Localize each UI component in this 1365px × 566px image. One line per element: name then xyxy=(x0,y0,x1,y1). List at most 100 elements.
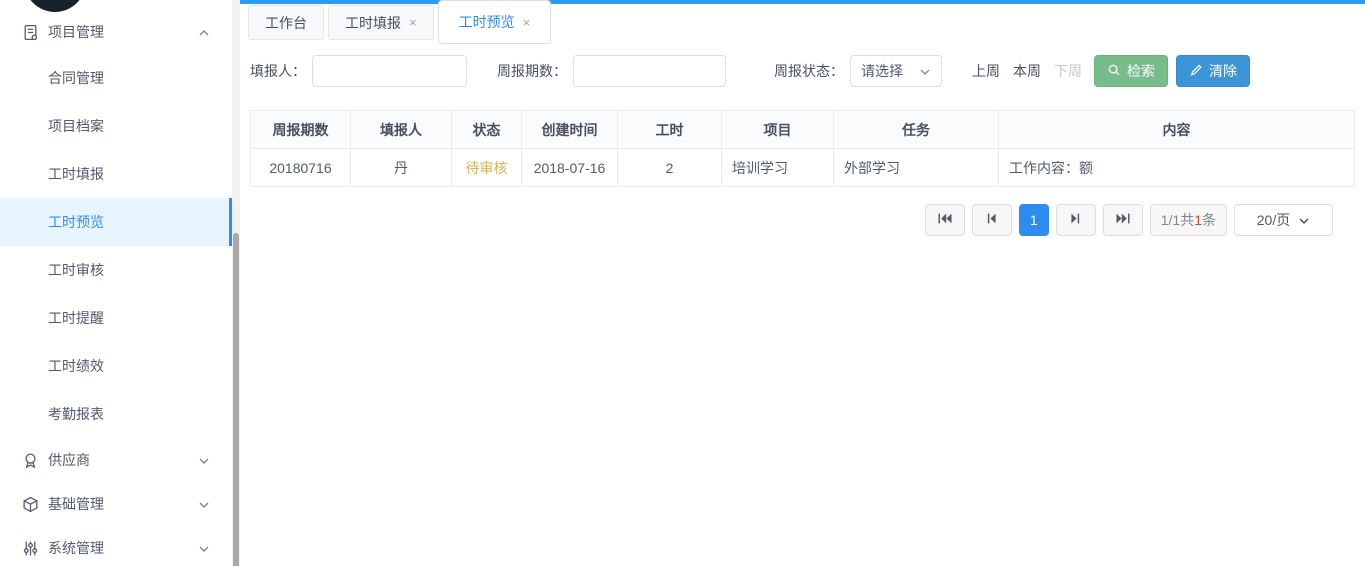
period-input[interactable] xyxy=(573,55,726,87)
prev-page-icon xyxy=(986,212,997,228)
sidebar: 项目管理 合同管理 项目档案 工时填报 工时预览 工时审核 工时提醒 xyxy=(0,0,232,566)
col-header-period: 周报期数 xyxy=(251,111,351,149)
sidebar-item-label: 工时审核 xyxy=(48,260,104,280)
tab-bar: 工作台 工时填报 × 工时预览 × xyxy=(240,0,1365,46)
col-header-reporter: 填报人 xyxy=(351,111,452,149)
tab-label: 工作台 xyxy=(265,13,307,33)
status-select[interactable]: 请选择 xyxy=(850,55,942,87)
sidebar-item-attendance-report[interactable]: 考勤报表 xyxy=(0,390,232,438)
search-button-label: 检索 xyxy=(1127,61,1155,81)
document-gear-icon xyxy=(22,24,39,41)
col-header-content: 内容 xyxy=(999,111,1355,149)
table-row[interactable]: 20180716 丹 待审核 2018-07-16 2 培训学习 外部学习 工作… xyxy=(251,149,1355,187)
sidebar-item-label: 工时提醒 xyxy=(48,308,104,328)
main-content: 工作台 工时填报 × 工时预览 × 填报人： 周报期数： 周报状态： 请选择 xyxy=(240,0,1365,566)
sidebar-item-label: 系统管理 xyxy=(48,538,104,558)
status-select-value: 请选择 xyxy=(861,61,903,81)
pagination-summary: 1/1共1条 xyxy=(1150,204,1227,236)
sidebar-item-basic-management[interactable]: 基础管理 xyxy=(0,482,232,526)
last-week-link[interactable]: 上周 xyxy=(972,61,1000,81)
table-header-row: 周报期数 填报人 状态 创建时间 工时 项目 任务 内容 xyxy=(251,111,1355,149)
cell-created: 2018-07-16 xyxy=(522,149,618,187)
reporter-label: 填报人： xyxy=(250,61,306,81)
cell-task: 外部学习 xyxy=(834,149,999,187)
tab-label: 工时预览 xyxy=(459,12,515,32)
scrollbar-thumb[interactable] xyxy=(233,233,239,566)
sidebar-item-label: 工时预览 xyxy=(48,212,104,232)
pagination-summary-prefix: 1/1共 xyxy=(1161,210,1194,230)
clear-button[interactable]: 清除 xyxy=(1176,55,1250,87)
sidebar-item-timesheet-review[interactable]: 工时审核 xyxy=(0,246,232,294)
sidebar-item-label: 考勤报表 xyxy=(48,404,104,424)
tab-timesheet-preview[interactable]: 工时预览 × xyxy=(438,0,552,44)
status-label: 周报状态： xyxy=(774,61,844,81)
sidebar-item-system-management[interactable]: 系统管理 xyxy=(0,526,232,566)
close-icon[interactable]: × xyxy=(409,16,417,29)
sidebar-item-label: 项目档案 xyxy=(48,116,104,136)
sidebar-item-label: 工时填报 xyxy=(48,164,104,184)
cell-reporter: 丹 xyxy=(351,149,452,187)
app-root: 项目管理 合同管理 项目档案 工时填报 工时预览 工时审核 工时提醒 xyxy=(0,0,1365,566)
tab-timesheet-entry[interactable]: 工时填报 × xyxy=(328,5,434,40)
sidebar-item-timesheet-preview[interactable]: 工时预览 xyxy=(0,198,232,246)
sidebar-item-project-archive[interactable]: 项目档案 xyxy=(0,102,232,150)
search-icon xyxy=(1107,63,1121,80)
chevron-down-icon xyxy=(198,542,210,554)
chevron-down-icon xyxy=(198,498,210,510)
col-header-project: 项目 xyxy=(722,111,834,149)
sliders-icon xyxy=(22,540,39,557)
col-header-task: 任务 xyxy=(834,111,999,149)
sidebar-item-label: 合同管理 xyxy=(48,68,104,88)
sidebar-menu: 项目管理 合同管理 项目档案 工时填报 工时预览 工时审核 工时提醒 xyxy=(0,10,232,566)
page-number-1[interactable]: 1 xyxy=(1019,204,1049,236)
sidebar-item-label: 基础管理 xyxy=(48,494,104,514)
chevron-down-icon xyxy=(919,65,931,77)
this-week-link[interactable]: 本周 xyxy=(1013,61,1041,81)
cell-status: 待审核 xyxy=(452,149,522,187)
sidebar-item-suppliers[interactable]: 供应商 xyxy=(0,438,232,482)
cell-content: 工作内容：额 xyxy=(999,149,1355,187)
cell-project: 培训学习 xyxy=(722,149,834,187)
sidebar-item-label: 项目管理 xyxy=(48,22,104,42)
cell-period: 20180716 xyxy=(251,149,351,187)
cube-icon xyxy=(22,496,39,513)
pagination-total-count: 1 xyxy=(1194,212,1202,228)
prev-page-button[interactable] xyxy=(972,204,1012,236)
tab-workbench[interactable]: 工作台 xyxy=(248,5,324,40)
pagination: 1 1/1共1条 xyxy=(925,204,1333,236)
close-icon[interactable]: × xyxy=(523,16,531,29)
first-page-button[interactable] xyxy=(925,204,965,236)
tabbar-accent-strip xyxy=(240,0,1365,4)
sidebar-item-contract-management[interactable]: 合同管理 xyxy=(0,54,232,102)
cell-hours: 2 xyxy=(618,149,722,187)
clear-button-label: 清除 xyxy=(1209,61,1237,81)
sidebar-item-timesheet-reminder[interactable]: 工时提醒 xyxy=(0,294,232,342)
chevron-down-icon xyxy=(198,454,210,466)
page-size-select[interactable]: 20/页 xyxy=(1234,204,1333,236)
page-size-value: 20/页 xyxy=(1257,210,1290,230)
col-header-hours: 工时 xyxy=(618,111,722,149)
sidebar-item-label: 工时绩效 xyxy=(48,356,104,376)
period-label: 周报期数： xyxy=(497,61,567,81)
next-page-button[interactable] xyxy=(1056,204,1096,236)
col-header-created: 创建时间 xyxy=(522,111,618,149)
pagination-summary-suffix: 条 xyxy=(1202,210,1216,230)
medal-icon xyxy=(22,452,39,469)
sidebar-item-project-management[interactable]: 项目管理 xyxy=(0,10,232,54)
next-week-link: 下周 xyxy=(1054,61,1082,81)
last-page-button[interactable] xyxy=(1103,204,1143,236)
sidebar-item-timesheet-entry[interactable]: 工时填报 xyxy=(0,150,232,198)
sidebar-item-timesheet-performance[interactable]: 工时绩效 xyxy=(0,342,232,390)
tab-label: 工时填报 xyxy=(345,13,401,33)
filter-toolbar: 填报人： 周报期数： 周报状态： 请选择 上周 本周 下周 检索 xyxy=(250,55,1250,87)
sidebar-scrollbar[interactable] xyxy=(232,0,240,566)
search-button[interactable]: 检索 xyxy=(1094,55,1168,87)
col-header-status: 状态 xyxy=(452,111,522,149)
timesheet-table: 周报期数 填报人 状态 创建时间 工时 项目 任务 内容 20180716 丹 … xyxy=(250,110,1355,187)
next-page-icon xyxy=(1070,212,1081,228)
chevron-up-icon xyxy=(198,26,210,38)
reporter-input[interactable] xyxy=(312,55,467,87)
sidebar-item-label: 供应商 xyxy=(48,450,90,470)
pencil-icon xyxy=(1189,63,1203,80)
last-page-icon xyxy=(1115,212,1131,228)
